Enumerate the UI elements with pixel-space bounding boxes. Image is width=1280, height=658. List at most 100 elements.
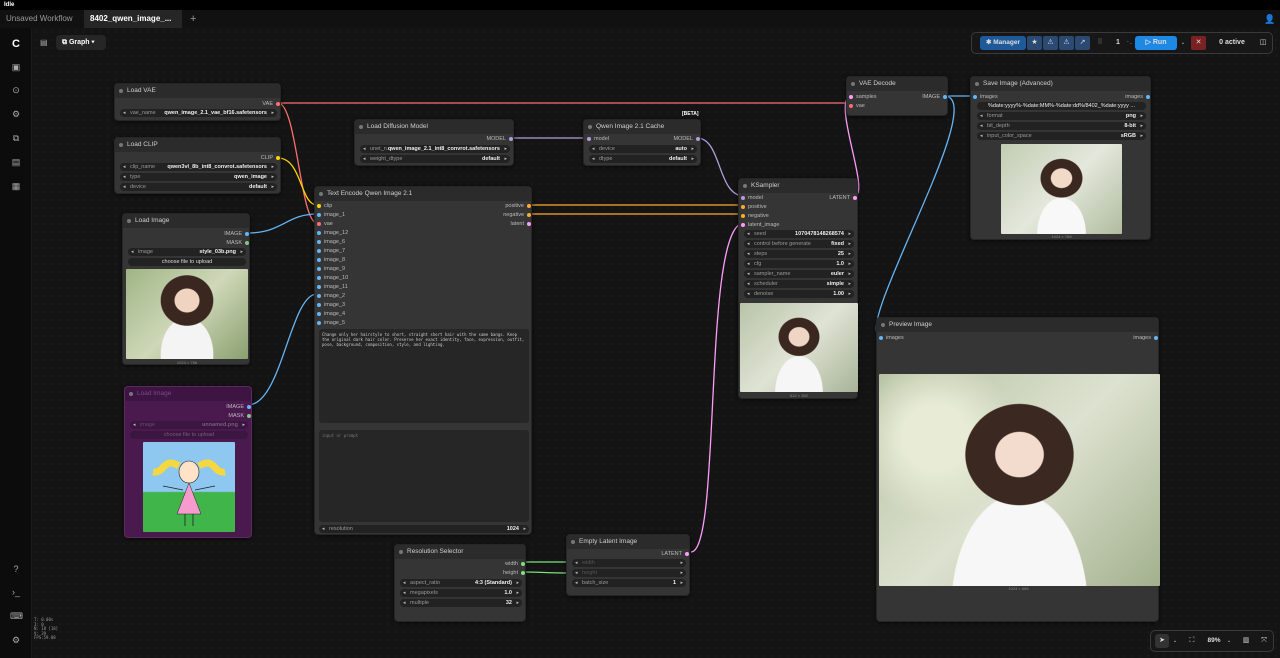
output-latent[interactable]: LATENT: [829, 194, 857, 202]
node-load-vae[interactable]: Load VAE VAE vae_name qwen_image_2.1_vae_…: [114, 83, 281, 121]
node-text-encode[interactable]: Text Encode Qwen Image 2.1 clip image_1 …: [314, 186, 532, 535]
node-resolution-selector[interactable]: Resolution Selector width height aspect_…: [394, 544, 526, 622]
output-mask[interactable]: MASK: [228, 412, 251, 420]
comfy-logo-icon[interactable]: C: [10, 38, 22, 50]
widget-height-linked[interactable]: height: [572, 569, 686, 577]
widget-cfg[interactable]: cfg 1.0: [744, 260, 854, 268]
node-preview-image[interactable]: Preview Image images images 1024 × 688: [876, 317, 1160, 622]
panel-toggle-icon[interactable]: ◫: [1256, 36, 1270, 50]
widget-width-linked[interactable]: width: [572, 559, 686, 567]
output-width[interactable]: width: [505, 560, 525, 568]
output-model[interactable]: MODEL: [486, 135, 513, 143]
widget-type[interactable]: type qwen_image: [120, 173, 277, 181]
graph-canvas[interactable]: ▤ ⧉ Graph ▾ Load VAE VAE vae_name qwen_im…: [32, 28, 1280, 658]
graph-mode-button[interactable]: ⧉ Graph ▾: [56, 35, 106, 50]
cancel-icon[interactable]: ✕: [1191, 36, 1206, 50]
tab-unsaved-workflow[interactable]: Unsaved Workflow: [0, 10, 84, 39]
link-visibility-icon[interactable]: ⤧: [1257, 634, 1271, 648]
input-image-1[interactable]: image_1: [317, 211, 345, 219]
output-latent[interactable]: LATENT: [661, 550, 689, 558]
node-save-image[interactable]: Save Image (Advanced) images images %dat…: [970, 76, 1151, 240]
prompt-textarea[interactable]: Change only her hairstyle to short, stra…: [319, 329, 529, 423]
widget-resolution[interactable]: resolution 1024: [319, 525, 529, 533]
canvas-menu-button[interactable]: ▤: [40, 38, 50, 48]
output-positive[interactable]: positive: [505, 202, 531, 210]
widget-device[interactable]: device default: [120, 183, 277, 191]
share-icon[interactable]: ↗: [1075, 36, 1090, 50]
output-images[interactable]: images: [1133, 334, 1158, 342]
input-image-3[interactable]: image_3: [317, 301, 345, 309]
run-options-icon[interactable]: ⌄: [1179, 36, 1187, 50]
active-queue-label[interactable]: 0 active: [1212, 36, 1252, 50]
output-negative[interactable]: negative: [503, 211, 531, 219]
input-positive[interactable]: positive: [741, 203, 767, 211]
minimap-icon[interactable]: ▥: [1239, 634, 1253, 648]
widget-weight-dtype[interactable]: weight_dtype default: [360, 155, 510, 163]
node-qwen-cache[interactable]: Qwen Image 2.1 Cache model MODEL device a…: [583, 119, 701, 166]
widget-vae-name[interactable]: vae_name qwen_image_2.1_vae_bf16.safetens…: [120, 109, 277, 117]
widget-image[interactable]: image unnamed.png: [130, 421, 248, 429]
input-vae[interactable]: vae: [317, 220, 333, 228]
output-image[interactable]: IMAGE: [226, 403, 251, 411]
queue-count-input[interactable]: 1: [1110, 36, 1126, 50]
node-empty-latent-image[interactable]: Empty Latent Image LATENT width height b…: [566, 534, 690, 596]
node-vae-decode[interactable]: VAE Decode samples vae IMAGE: [846, 76, 948, 116]
input-image-9[interactable]: image_9: [317, 265, 345, 273]
star-icon[interactable]: ★: [1027, 36, 1042, 50]
fit-view-icon[interactable]: ⛶: [1185, 634, 1199, 648]
input-image-10[interactable]: image_10: [317, 274, 348, 282]
input-images[interactable]: images: [879, 334, 904, 342]
tab-current-workflow[interactable]: 8402_qwen_image_...: [84, 10, 182, 39]
queue-stepper-icon[interactable]: ⌃⌄: [1126, 36, 1133, 50]
input-negative[interactable]: negative: [741, 212, 769, 220]
widget-batch-size[interactable]: batch_size 1: [572, 579, 686, 587]
queue-icon[interactable]: ▦: [10, 180, 22, 192]
templates-icon[interactable]: ▤: [10, 156, 22, 168]
widget-dtype[interactable]: dtype default: [589, 155, 697, 163]
widget-image[interactable]: image style_03b.png: [128, 248, 246, 256]
widget-input-color-space[interactable]: input_color_space sRGB: [977, 132, 1146, 140]
warning-icon[interactable]: ⚠: [1059, 36, 1074, 50]
output-clip[interactable]: CLIP: [261, 154, 280, 162]
terminal-icon[interactable]: ›_: [10, 586, 22, 598]
widget-megapixels[interactable]: megapixels 1.0: [400, 589, 522, 597]
widget-control-after-generate[interactable]: control before generate fixed: [744, 240, 854, 248]
input-clip[interactable]: clip: [317, 202, 332, 210]
input-image-4[interactable]: image_4: [317, 310, 345, 318]
input-image-7[interactable]: image_7: [317, 247, 345, 255]
settings-icon[interactable]: ⚙: [10, 634, 22, 646]
widget-denoise[interactable]: denoise 1.00: [744, 290, 854, 298]
widget-seed[interactable]: seed 1070478148268574: [744, 230, 854, 238]
input-latent-image[interactable]: latent_image: [741, 221, 780, 229]
input-image-12[interactable]: image_12: [317, 229, 348, 237]
keyboard-icon[interactable]: ⌨: [10, 610, 23, 622]
output-latent[interactable]: latent: [511, 220, 531, 228]
output-image[interactable]: IMAGE: [224, 230, 249, 238]
upload-button[interactable]: choose file to upload: [128, 258, 246, 266]
help-icon[interactable]: ?: [10, 563, 22, 575]
node-load-image-bypassed[interactable]: Load Image IMAGE MASK image unnamed.png c…: [124, 386, 252, 538]
nodes-icon[interactable]: ⊙: [10, 84, 22, 96]
images-icon[interactable]: ▣: [10, 61, 22, 73]
output-model[interactable]: MODEL: [673, 135, 700, 143]
widget-scheduler[interactable]: scheduler simple: [744, 280, 854, 288]
node-load-image[interactable]: Load Image IMAGE MASK image style_03b.png…: [122, 213, 250, 365]
new-tab-button[interactable]: +: [184, 10, 198, 28]
input-image-11[interactable]: image_11: [317, 283, 348, 291]
widget-bit-depth[interactable]: bit_depth 8-bit: [977, 122, 1146, 130]
run-button[interactable]: ▷ Run: [1135, 36, 1177, 50]
input-images[interactable]: images: [973, 93, 998, 101]
zoom-level[interactable]: 89%: [1203, 634, 1225, 648]
node-load-diffusion-model[interactable]: Load Diffusion Model MODEL unet_n...qwen…: [354, 119, 514, 166]
input-model[interactable]: model: [587, 135, 609, 143]
filename-field[interactable]: %date:yyyy%-%date:MM%-%date:dd%/8402_%da…: [977, 102, 1146, 110]
input-image-5[interactable]: image_5: [317, 319, 345, 327]
widget-steps[interactable]: steps 25: [744, 250, 854, 258]
node-load-clip[interactable]: Load CLIP CLIP clip_name qwen3vl_8b_int8_…: [114, 137, 281, 194]
widget-aspect-ratio[interactable]: aspect_ratio 4:3 (Standard): [400, 579, 522, 587]
output-vae[interactable]: VAE: [262, 100, 280, 108]
upload-button[interactable]: choose file to upload: [130, 431, 248, 439]
zoom-options-icon[interactable]: ⌄: [1225, 634, 1233, 648]
drag-handle-icon[interactable]: ⠿: [1096, 36, 1104, 50]
tool-options-icon[interactable]: ⌄: [1171, 634, 1179, 648]
